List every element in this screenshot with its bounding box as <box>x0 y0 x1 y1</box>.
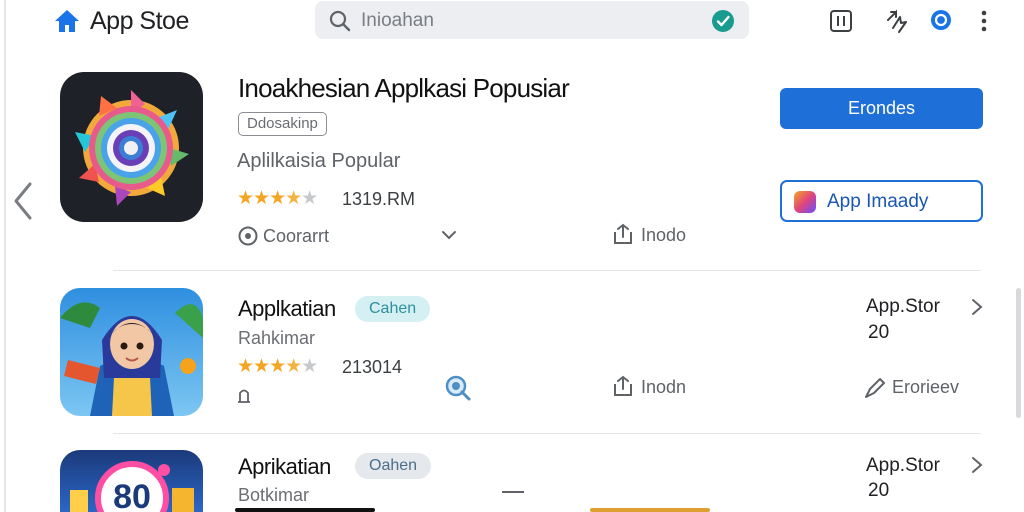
store-number: 20 <box>868 322 890 343</box>
store-number: 20 <box>868 480 890 501</box>
review-icon[interactable] <box>864 377 886 399</box>
app-icon-character[interactable] <box>60 288 203 416</box>
divider <box>113 433 981 434</box>
featured-subtitle: Aplilkaisia Popular <box>237 150 401 172</box>
app-title[interactable]: Aprikatian <box>238 454 331 480</box>
left-border <box>4 0 6 512</box>
share-icon[interactable] <box>884 8 910 34</box>
divider <box>113 270 981 271</box>
rating-stars: ★★★★★ <box>237 356 318 377</box>
verified-icon[interactable] <box>711 9 735 33</box>
search-icon[interactable] <box>444 374 472 402</box>
next-row-preview <box>235 508 375 512</box>
secondary-action-label: App Imaady <box>827 191 929 212</box>
scrollbar[interactable] <box>1016 288 1021 418</box>
chevron-down-icon[interactable] <box>440 226 458 244</box>
store-label: App.Stor <box>866 296 940 317</box>
share-icon[interactable] <box>612 375 634 397</box>
review-label[interactable]: Erorieev <box>892 377 959 398</box>
app-icon-game[interactable]: 80 <box>60 450 203 512</box>
comment-icon[interactable] <box>237 225 259 247</box>
featured-app-icon[interactable] <box>60 72 203 222</box>
next-row-preview <box>590 508 710 512</box>
search-bar[interactable]: Inioahan <box>315 1 749 39</box>
app-subtitle: Rahkimar <box>238 328 316 348</box>
search-input[interactable]: Inioahan <box>361 10 434 32</box>
featured-app-title[interactable]: Inoakhesian Applkasi Popusiar <box>238 73 570 104</box>
app-title[interactable]: Applkatian <box>238 296 336 322</box>
featured-rating-stars: ★★★★★ <box>237 188 318 209</box>
share-label[interactable]: Inodn <box>641 377 686 398</box>
chevron-right-icon[interactable] <box>970 297 984 317</box>
app-title: App Stoe <box>90 7 189 35</box>
category-tag[interactable]: Oahen <box>355 453 432 479</box>
top-bar: App Stoe Inioahan <box>0 0 1024 44</box>
secondary-action-button[interactable]: App Imaady <box>780 180 983 222</box>
category-tag[interactable]: Cahen <box>355 296 431 322</box>
app-mini-icon <box>794 191 816 213</box>
tablet-icon[interactable] <box>828 8 854 34</box>
refresh-circle-icon[interactable] <box>929 8 953 32</box>
home-icon[interactable] <box>54 9 80 33</box>
chevron-left-icon[interactable] <box>10 180 36 222</box>
app-subtitle: Botkimar <box>238 485 310 505</box>
featured-rating-count: 1319.RM <box>342 189 416 209</box>
comment-label[interactable]: Coorarrt <box>263 226 329 247</box>
share-label[interactable]: Inodo <box>641 225 686 246</box>
rating-count: 213014 <box>342 357 403 377</box>
chevron-right-icon[interactable] <box>970 455 984 475</box>
search-icon <box>329 10 351 32</box>
featured-badge: Ddosakinp <box>238 112 327 136</box>
share-icon[interactable] <box>612 223 634 245</box>
more-vert-icon[interactable] <box>972 8 996 34</box>
game-icon-number: 80 <box>113 478 151 512</box>
bell-icon[interactable] <box>237 387 251 405</box>
primary-action-button[interactable]: Erondes <box>780 88 983 129</box>
store-label: App.Stor <box>866 455 940 476</box>
minus-icon <box>502 491 524 493</box>
